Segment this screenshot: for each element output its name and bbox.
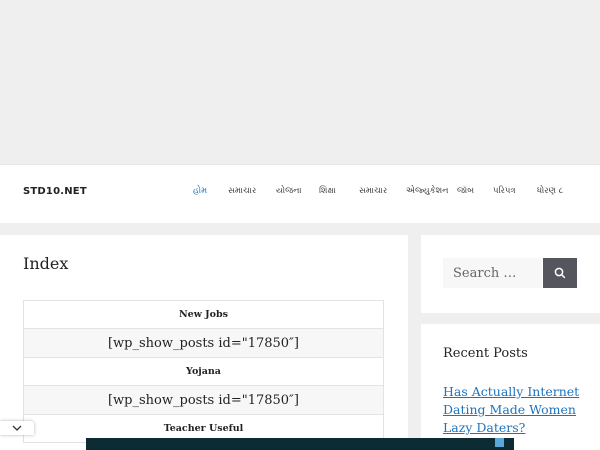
nav-item-news[interactable]: સમાચાર	[228, 186, 256, 196]
nav-item-education[interactable]: એજ્યુકેશન	[406, 186, 449, 196]
bottom-ad-banner[interactable]	[86, 438, 514, 450]
nav-item-jobs[interactable]: જૉબ	[457, 186, 474, 196]
chevron-down-icon	[12, 425, 22, 431]
recent-posts-widget: Recent Posts Has Actually Internet Datin…	[421, 324, 600, 450]
shortcode-cell: [wp_show_posts id="17850″]	[23, 385, 384, 415]
page-title: Index	[23, 254, 69, 273]
nav-item-yojana[interactable]: યોજના	[276, 186, 302, 196]
search-button[interactable]	[543, 258, 577, 288]
collapse-toggle[interactable]	[0, 421, 34, 435]
main-navigation: હોમ સમાચાર યોજના શિક્ષા સમાચાર એજ્યુકેશન…	[0, 186, 600, 200]
nav-item-circular[interactable]: પરિપત્ર	[493, 186, 516, 196]
table-row: [wp_show_posts id="17850″]	[23, 385, 384, 415]
nav-item-shiksha[interactable]: શિક્ષા	[319, 186, 336, 196]
table-row: Yojana	[23, 357, 384, 386]
top-ad-area	[0, 0, 600, 164]
table-row: [wp_show_posts id="17850″]	[23, 328, 384, 358]
ad-choices-icon[interactable]	[495, 438, 504, 447]
search-icon	[554, 267, 566, 279]
search-input[interactable]	[443, 258, 542, 288]
table-header-cell: New Jobs	[23, 300, 384, 329]
site-header: STD10.NET હોમ સમાચાર યોજના શિક્ષા સમાચાર…	[0, 164, 600, 223]
shortcode-cell: [wp_show_posts id="17850″]	[23, 328, 384, 358]
main-content: Index New Jobs [wp_show_posts id="17850″…	[0, 235, 408, 450]
table-row: New Jobs	[23, 300, 384, 329]
table-header-cell: Yojana	[23, 357, 384, 386]
index-table: New Jobs [wp_show_posts id="17850″] Yoja…	[23, 300, 384, 443]
recent-post-link[interactable]: Has Actually Internet Dating Made Women …	[443, 383, 593, 437]
nav-item-news-2[interactable]: સમાચાર	[359, 186, 387, 196]
recent-posts-title: Recent Posts	[443, 346, 528, 361]
nav-item-home[interactable]: હોમ	[193, 186, 207, 196]
nav-item-std-8[interactable]: ધોરણ ૮	[537, 186, 563, 196]
